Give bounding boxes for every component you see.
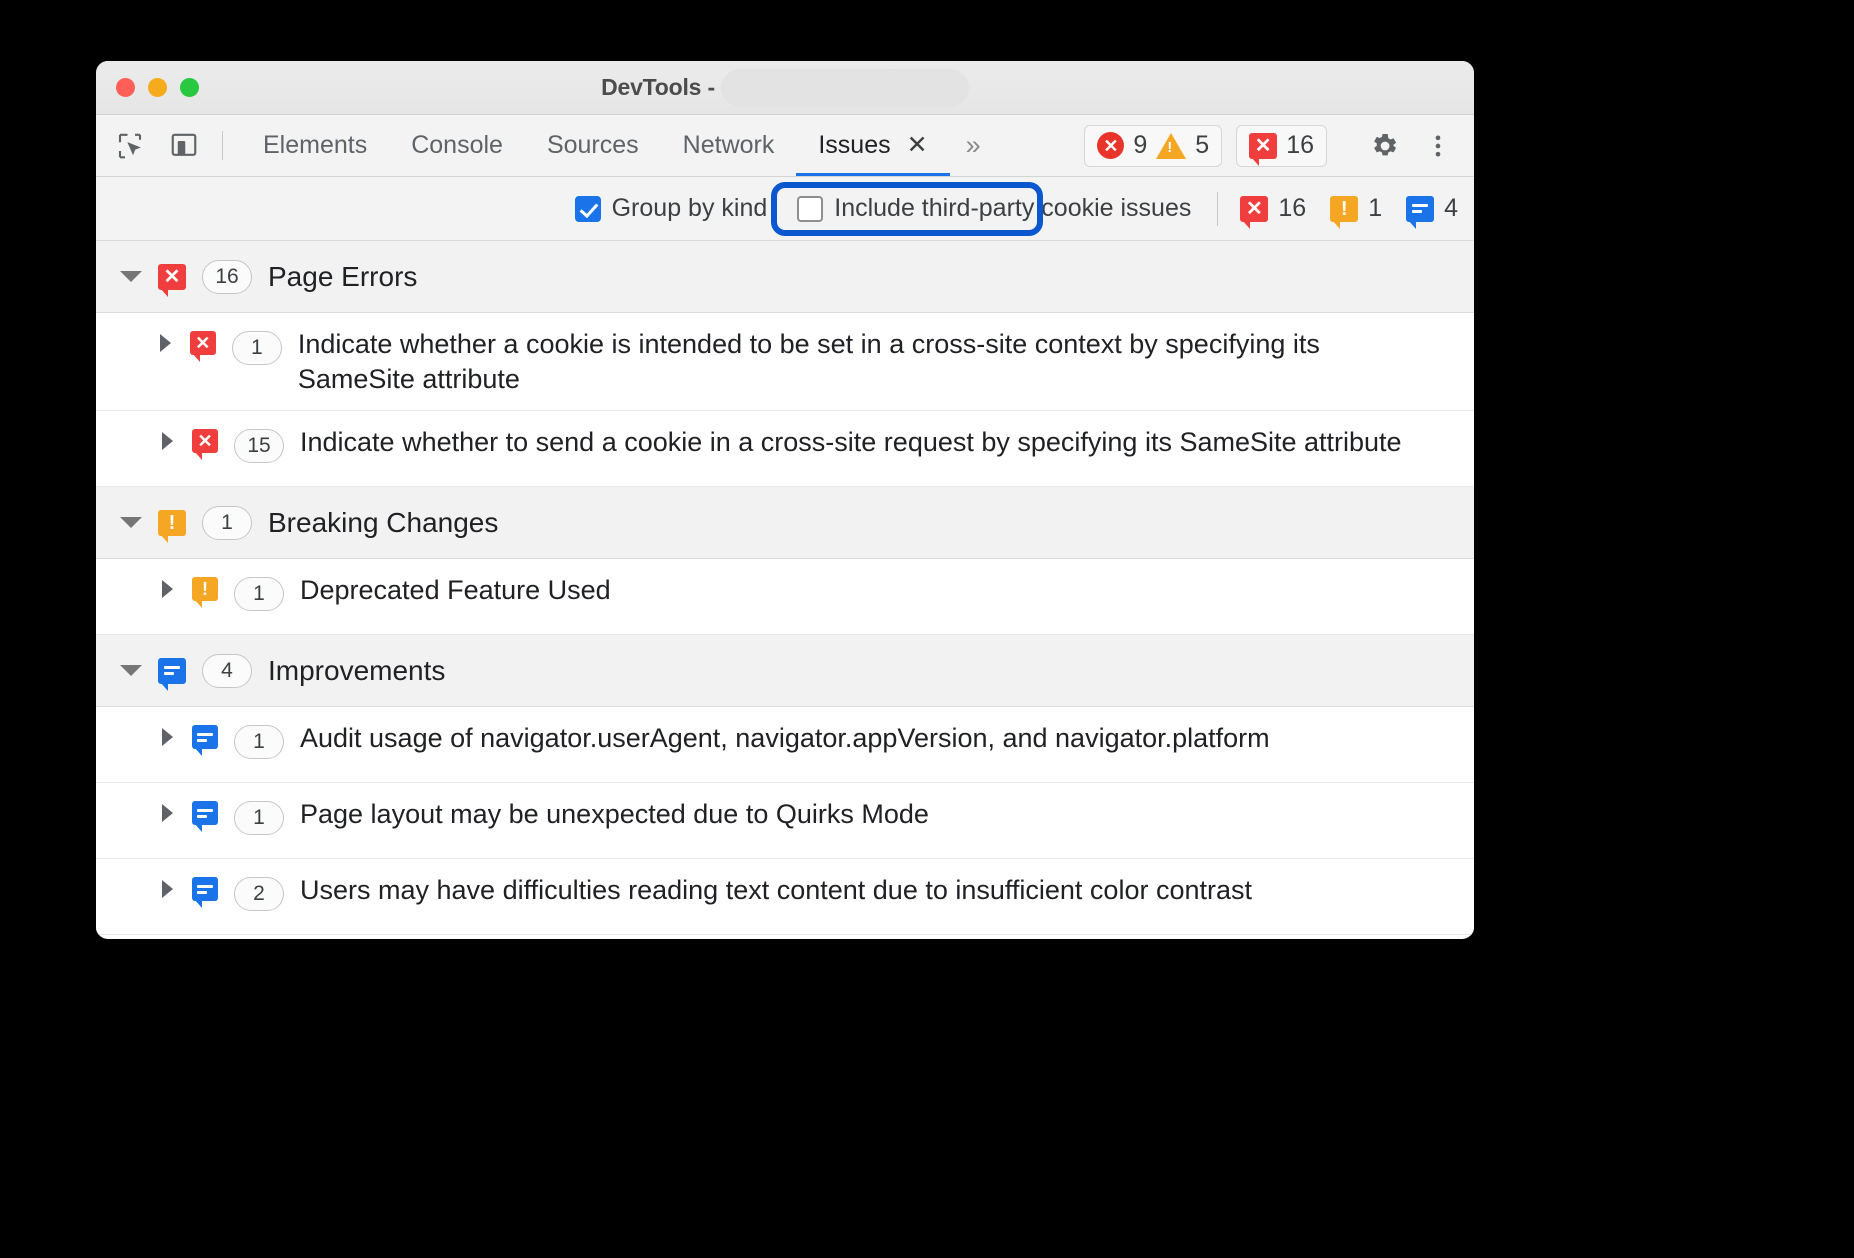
chevron-down-icon[interactable]: [118, 665, 144, 676]
error-bubble-icon: ✕: [192, 429, 218, 453]
chevron-right-icon[interactable]: [154, 804, 180, 822]
group-count-badge: 1: [202, 506, 252, 540]
panel-tabs: Elements Console Sources Network Issues …: [241, 115, 1084, 176]
chevron-down-icon[interactable]: [118, 271, 144, 282]
tabbar-right-controls: ✕ 9 5 ✕ 16: [1084, 115, 1474, 176]
devtools-window: DevTools - Elements: [96, 61, 1474, 939]
chevron-right-icon[interactable]: [154, 432, 180, 450]
issues-list: ✕ 16 Page Errors ✕ 1 Indicate whether a …: [96, 241, 1474, 935]
issue-row[interactable]: ! 1 Deprecated Feature Used: [96, 559, 1474, 635]
tab-label: Console: [411, 131, 503, 160]
minimize-window-button[interactable]: [148, 78, 167, 97]
console-error-count: 9: [1133, 131, 1147, 160]
redacted-title-region: [721, 69, 969, 107]
close-icon[interactable]: ✕: [907, 133, 928, 158]
device-toolbar-icon[interactable]: [164, 126, 204, 166]
chevron-right-icon[interactable]: [154, 880, 180, 898]
window-title: DevTools -: [601, 74, 715, 101]
filterbar-divider: [1217, 192, 1218, 226]
console-warning-count: 5: [1195, 131, 1209, 160]
zoom-window-button[interactable]: [180, 78, 199, 97]
console-counter[interactable]: ✕ 9 5: [1084, 125, 1222, 167]
tab-issues[interactable]: Issues ✕: [796, 115, 949, 176]
chevron-right-icon[interactable]: [154, 334, 178, 352]
group-title: Improvements: [268, 655, 445, 687]
error-circle-icon: ✕: [1097, 132, 1124, 159]
tab-label: Issues: [818, 131, 890, 160]
group-header-page-errors[interactable]: ✕ 16 Page Errors: [96, 241, 1474, 313]
issue-title: Deprecated Feature Used: [300, 573, 611, 608]
issue-row[interactable]: 1 Page layout may be unexpected due to Q…: [96, 783, 1474, 859]
issues-counter[interactable]: ✕ 16: [1236, 125, 1327, 167]
issue-count-badge: 1: [234, 801, 284, 835]
issue-row[interactable]: ✕ 15 Indicate whether to send a cookie i…: [96, 411, 1474, 487]
info-bubble-icon: [158, 658, 186, 684]
group-by-kind-label: Group by kind: [612, 194, 768, 223]
warning-bubble-icon: !: [192, 577, 218, 601]
issue-count-badge: 15: [234, 429, 284, 463]
group-count-badge: 4: [202, 654, 252, 688]
error-bubble-icon: ✕: [158, 264, 186, 290]
group-count-badge: 16: [202, 260, 252, 294]
tab-network[interactable]: Network: [661, 115, 797, 176]
gear-icon[interactable]: [1364, 126, 1404, 166]
group-title: Page Errors: [268, 261, 417, 293]
issue-title: Page layout may be unexpected due to Qui…: [300, 797, 929, 832]
error-bubble-icon: ✕: [1240, 196, 1268, 222]
error-count: 16: [1278, 194, 1306, 223]
close-window-button[interactable]: [116, 78, 135, 97]
group-by-kind-checkbox[interactable]: [575, 196, 601, 222]
issue-count-badge: 1: [234, 725, 284, 759]
toolbar-divider: [222, 131, 223, 160]
info-bubble-icon: [1406, 196, 1434, 222]
issues-filter-bar: Group by kind Include third-party cookie…: [96, 177, 1474, 241]
inspect-element-icon[interactable]: [110, 126, 150, 166]
error-bubble-icon: ✕: [1249, 133, 1277, 159]
issue-title: Users may have difficulties reading text…: [300, 873, 1252, 908]
kebab-menu-icon[interactable]: [1418, 126, 1458, 166]
group-header-breaking-changes[interactable]: ! 1 Breaking Changes: [96, 487, 1474, 559]
tab-sources[interactable]: Sources: [525, 115, 661, 176]
tab-label: Network: [683, 131, 775, 160]
tab-console[interactable]: Console: [389, 115, 525, 176]
issue-row[interactable]: 2 Users may have difficulties reading te…: [96, 859, 1474, 935]
devtools-tool-icons: [110, 115, 218, 176]
group-title: Breaking Changes: [268, 507, 498, 539]
issue-title: Indicate whether a cookie is intended to…: [298, 327, 1444, 396]
more-tabs-icon[interactable]: »: [950, 115, 997, 176]
devtools-tabbar: Elements Console Sources Network Issues …: [96, 115, 1474, 177]
chevron-down-icon[interactable]: [118, 517, 144, 528]
include-third-party-checkbox-group[interactable]: Include third-party cookie issues: [797, 194, 1191, 223]
window-titlebar: DevTools -: [96, 61, 1474, 115]
error-bubble-icon: ✕: [190, 331, 216, 355]
include-third-party-checkbox[interactable]: [797, 196, 823, 222]
issue-row[interactable]: ✕ 1 Indicate whether a cookie is intende…: [96, 313, 1474, 411]
info-bubble-icon: [192, 725, 218, 749]
info-bubble-icon: [192, 877, 218, 901]
chevron-right-icon[interactable]: [154, 580, 180, 598]
group-header-improvements[interactable]: 4 Improvements: [96, 635, 1474, 707]
group-by-kind-checkbox-group[interactable]: Group by kind: [575, 194, 768, 223]
tab-label: Elements: [263, 131, 367, 160]
issues-count: 16: [1286, 131, 1314, 160]
tab-label: Sources: [547, 131, 639, 160]
tab-elements[interactable]: Elements: [241, 115, 389, 176]
warning-triangle-icon: [1156, 133, 1186, 159]
chevron-right-icon[interactable]: [154, 728, 180, 746]
issue-kind-counts: ✕ 16 ! 1 4: [1240, 194, 1458, 223]
issue-count-badge: 1: [234, 577, 284, 611]
issue-title: Audit usage of navigator.userAgent, navi…: [300, 721, 1270, 756]
warning-bubble-icon: !: [1330, 196, 1358, 222]
breaking-count: 1: [1368, 194, 1382, 223]
traffic-lights: [96, 78, 199, 97]
issue-count-badge: 1: [232, 331, 282, 365]
info-bubble-icon: [192, 801, 218, 825]
issue-row[interactable]: 1 Audit usage of navigator.userAgent, na…: [96, 707, 1474, 783]
include-third-party-label: Include third-party cookie issues: [834, 194, 1191, 223]
warning-bubble-icon: !: [158, 510, 186, 536]
window-title-wrap: DevTools -: [96, 61, 1474, 114]
issue-title: Indicate whether to send a cookie in a c…: [300, 425, 1402, 460]
improvement-count: 4: [1444, 194, 1458, 223]
issue-count-badge: 2: [234, 877, 284, 911]
